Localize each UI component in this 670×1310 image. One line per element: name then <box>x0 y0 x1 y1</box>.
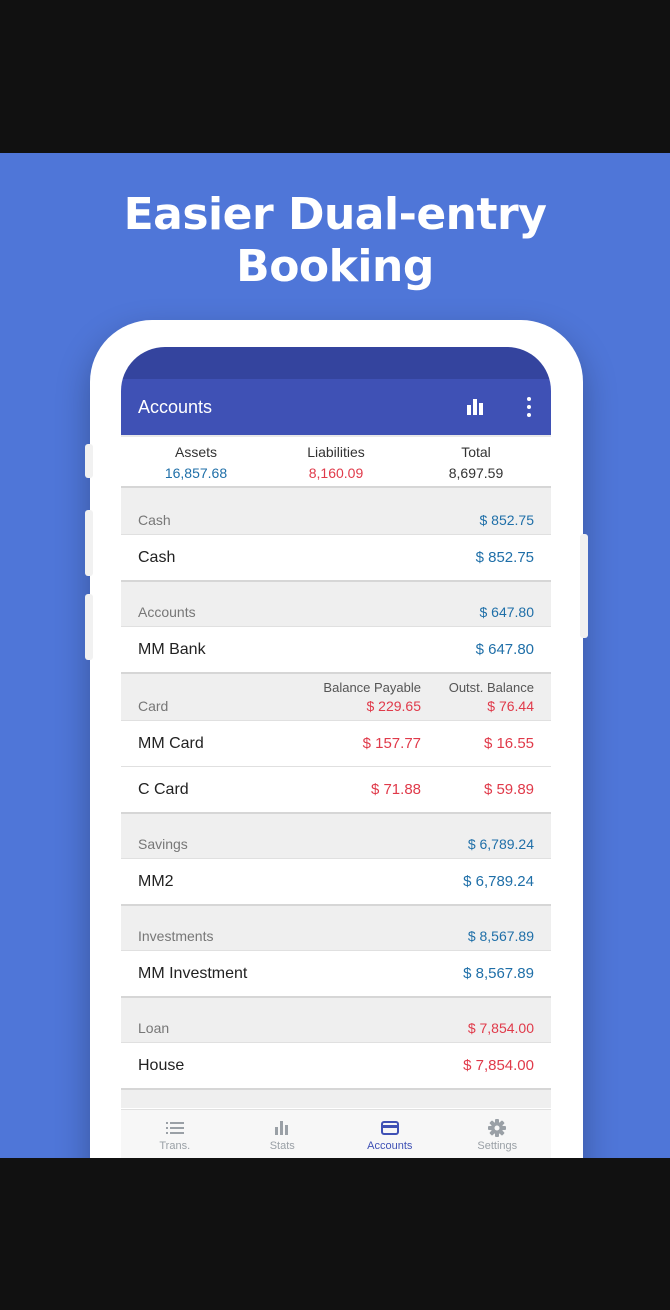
nav-label: Stats <box>269 1140 295 1152</box>
phone-screen: Accounts Assets 16,857.68 Liabilities 8,… <box>121 347 551 1158</box>
phone-side-button <box>85 444 93 478</box>
total-label: Total <box>461 444 491 460</box>
phone-side-button <box>85 510 93 576</box>
account-name: C Card <box>138 781 189 798</box>
outst-balance-label: Outst. Balance <box>448 680 534 695</box>
total-summary: Total 8,697.59 <box>401 437 551 486</box>
phone-power-button <box>580 534 588 638</box>
phone-side-button <box>85 594 93 660</box>
account-name: House <box>138 1057 185 1074</box>
app-title: Accounts <box>138 396 213 417</box>
total-value: 8,697.59 <box>448 465 504 481</box>
group-amount: $ 7,854.00 <box>467 1020 534 1036</box>
account-payable: $ 157.77 <box>362 735 421 752</box>
group-header-loan[interactable]: Loan $ 7,854.00 <box>121 996 551 1042</box>
account-row-mm-investment[interactable]: MM Investment $ 8,567.89 <box>121 950 551 996</box>
account-name: MM2 <box>138 873 174 890</box>
nav-label: Accounts <box>367 1140 413 1152</box>
gear-icon <box>444 1119 552 1137</box>
nav-label: Settings <box>477 1140 518 1152</box>
group-amount: $ 852.75 <box>479 512 535 528</box>
account-row-mm-card[interactable]: MM Card $ 157.77 $ 16.55 <box>121 720 551 766</box>
account-amount: $ 852.75 <box>475 549 534 566</box>
group-header-cash[interactable]: Cash $ 852.75 <box>121 488 551 534</box>
liabilities-summary: Liabilities 8,160.09 <box>271 437 401 486</box>
phone-mockup: Accounts Assets 16,857.68 Liabilities 8,… <box>85 320 588 1158</box>
group-amount: $ 647.80 <box>479 604 535 620</box>
card-icon <box>336 1119 444 1137</box>
account-row-house[interactable]: House $ 7,854.00 <box>121 1042 551 1088</box>
group-header-card[interactable]: Card Balance Payable $ 229.65 Outst. Bal… <box>121 672 551 720</box>
account-name: MM Investment <box>138 965 248 982</box>
promo-banner: Easier Dual-entry Booking Accounts Asset… <box>0 153 670 1158</box>
liabilities-value: 8,160.09 <box>308 465 364 481</box>
account-row-c-card[interactable]: C Card $ 71.88 $ 59.89 <box>121 766 551 812</box>
group-header-accounts[interactable]: Accounts $ 647.80 <box>121 580 551 626</box>
more-vert-icon[interactable] <box>525 397 533 417</box>
group-name: Card <box>138 698 169 714</box>
group-header-next <box>121 1088 551 1108</box>
bar-chart-icon <box>229 1119 337 1137</box>
account-name: MM Card <box>138 735 204 752</box>
account-name: MM Bank <box>138 641 206 658</box>
account-amount: $ 8,567.89 <box>463 965 534 982</box>
liabilities-label: Liabilities <box>307 444 365 460</box>
group-name: Accounts <box>138 604 196 620</box>
group-name: Savings <box>138 836 188 852</box>
account-row-mm-bank[interactable]: MM Bank $ 647.80 <box>121 626 551 672</box>
status-bar <box>121 347 551 379</box>
outst-balance-value: $ 76.44 <box>487 698 534 714</box>
bottom-nav: Trans. Stats Accounts Settings <box>121 1109 551 1158</box>
balance-payable-value: $ 229.65 <box>366 698 422 714</box>
group-name: Cash <box>138 512 171 528</box>
account-row-cash[interactable]: Cash $ 852.75 <box>121 534 551 580</box>
group-name: Investments <box>138 928 214 944</box>
account-amount: $ 7,854.00 <box>463 1057 534 1074</box>
nav-item-stats[interactable]: Stats <box>229 1110 337 1158</box>
account-name: Cash <box>138 549 176 566</box>
account-outstanding: $ 59.89 <box>483 781 534 798</box>
assets-label: Assets <box>174 444 217 460</box>
account-payable: $ 71.88 <box>370 781 421 798</box>
account-amount: $ 647.80 <box>475 641 534 658</box>
assets-value: 16,857.68 <box>164 465 228 481</box>
group-amount: $ 8,567.89 <box>467 928 534 944</box>
group-header-savings[interactable]: Savings $ 6,789.24 <box>121 812 551 858</box>
group-amount: $ 6,789.24 <box>467 836 534 852</box>
account-outstanding: $ 16.55 <box>483 735 534 752</box>
headline-line-2: Booking <box>236 241 434 292</box>
headline: Easier Dual-entry Booking <box>0 189 670 293</box>
group-name: Loan <box>138 1020 170 1036</box>
balance-payable-label: Balance Payable <box>323 680 421 695</box>
nav-item-accounts[interactable]: Accounts <box>336 1110 444 1158</box>
group-header-investments[interactable]: Investments $ 8,567.89 <box>121 904 551 950</box>
summary-bar: Assets 16,857.68 Liabilities 8,160.09 To… <box>121 435 551 488</box>
nav-label: Trans. <box>159 1140 191 1152</box>
app-bar: Accounts <box>121 379 551 435</box>
account-amount: $ 6,789.24 <box>463 873 534 890</box>
list-icon <box>121 1119 229 1137</box>
nav-item-trans[interactable]: Trans. <box>121 1110 229 1158</box>
nav-item-settings[interactable]: Settings <box>444 1110 552 1158</box>
headline-line-1: Easier Dual-entry <box>123 189 547 240</box>
assets-summary: Assets 16,857.68 <box>121 437 271 486</box>
bar-chart-icon[interactable] <box>467 399 483 415</box>
account-row-mm2[interactable]: MM2 $ 6,789.24 <box>121 858 551 904</box>
